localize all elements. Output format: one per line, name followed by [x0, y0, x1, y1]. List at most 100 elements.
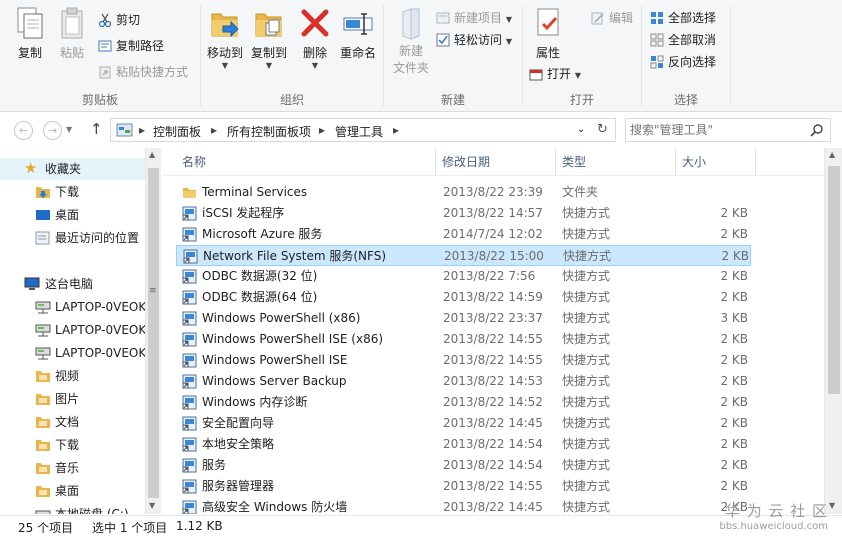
- copy-button[interactable]: 复制: [10, 6, 50, 61]
- file-row[interactable]: Windows Server Backup 2013/8/22 14:53 快捷方式…: [176, 371, 751, 392]
- cut-label: 剪切: [116, 13, 141, 27]
- nav-scroll-thumb[interactable]: [148, 168, 159, 498]
- properties-icon: [537, 8, 559, 36]
- nav-item-label: 下载: [55, 185, 80, 199]
- file-row[interactable]: 高级安全 Windows 防火墙 2013/8/22 14:45 快捷方式 2 KB: [176, 497, 751, 514]
- rename-button[interactable]: 重命名: [335, 6, 381, 61]
- file-list-scroll-thumb[interactable]: [828, 166, 840, 394]
- search-box[interactable]: [625, 118, 831, 142]
- file-row[interactable]: Windows 内存诊断 2013/8/22 14:52 快捷方式 2 KB: [176, 392, 751, 413]
- nav-item-label: 音乐: [55, 461, 80, 475]
- network-drive-icon: [35, 347, 51, 360]
- back-button[interactable]: ←: [14, 121, 33, 140]
- nav-favorites[interactable]: ★ 收藏夹: [0, 158, 145, 180]
- address-history-dropdown[interactable]: ⌄: [577, 124, 585, 135]
- paste-shortcut-button[interactable]: 粘贴快捷方式: [98, 62, 188, 82]
- selection-count: 选中 1 个项目: [92, 521, 168, 535]
- file-row[interactable]: ODBC 数据源(64 位) 2013/8/22 14:59 快捷方式 2 KB: [176, 287, 751, 308]
- file-row[interactable]: 服务 2013/8/22 14:54 快捷方式 2 KB: [176, 455, 751, 476]
- breadcrumb-separator: ▸: [319, 123, 326, 137]
- downloads-folder-icon: [36, 440, 50, 451]
- file-row[interactable]: Windows PowerShell (x86) 2013/8/22 23:37 快…: [176, 308, 751, 329]
- new-item-icon: [436, 12, 450, 24]
- open-group-label: 打开: [569, 93, 594, 107]
- file-row[interactable]: Microsoft Azure 服务 2014/7/24 12:02 快捷方式 2 K…: [176, 224, 751, 245]
- select-all-button[interactable]: 全部选择: [650, 8, 716, 28]
- invert-selection-button[interactable]: 反向选择: [650, 52, 716, 72]
- recent-locations-dropdown[interactable]: ▼: [66, 125, 72, 134]
- edit-button[interactable]: 编辑: [591, 8, 633, 28]
- search-input[interactable]: [630, 121, 806, 139]
- address-bar[interactable]: ▸ 控制面板 ▸ 所有控制面板项 ▸ 管理工具 ▸ ⌄ ↻: [110, 118, 616, 142]
- file-date: 2013/8/22 14:45: [443, 500, 543, 514]
- file-type: 快捷方式: [562, 311, 611, 325]
- open-button[interactable]: 打开 ▼: [529, 64, 581, 84]
- copy-path-icon: [98, 40, 112, 52]
- file-row[interactable]: Terminal Services 2013/8/22 23:39 文件夹: [176, 182, 751, 203]
- file-row[interactable]: Windows PowerShell ISE 2013/8/22 14:55 快捷方…: [176, 350, 751, 371]
- file-date: 2013/8/22 14:59: [443, 290, 543, 304]
- column-type[interactable]: 类型: [556, 148, 676, 176]
- paste-button[interactable]: 粘贴: [52, 6, 92, 61]
- file-row[interactable]: iSCSI 发起程序 2013/8/22 14:57 快捷方式 2 KB: [176, 203, 751, 224]
- file-name: Microsoft Azure 服务: [202, 227, 323, 241]
- easy-access-button[interactable]: 轻松访问 ▼: [436, 30, 512, 50]
- up-button[interactable]: ↑: [90, 120, 103, 138]
- scroll-up-icon[interactable]: ▲: [149, 150, 155, 159]
- cut-button[interactable]: 剪切: [98, 10, 140, 30]
- properties-button[interactable]: 属性: [525, 6, 571, 61]
- paste-shortcut-icon: [99, 66, 111, 79]
- breadcrumb-all-items[interactable]: 所有控制面板项: [227, 123, 311, 140]
- select-none-button[interactable]: 全部取消: [650, 30, 716, 50]
- search-icon[interactable]: [810, 123, 824, 137]
- chevron-down-icon: ▼: [505, 37, 512, 46]
- rename-icon: [343, 13, 373, 35]
- file-row[interactable]: ODBC 数据源(32 位) 2013/8/22 7:56 快捷方式 2 KB: [176, 266, 751, 287]
- file-type: 文件夹: [562, 185, 599, 199]
- delete-button[interactable]: 删除 ▼: [295, 6, 335, 70]
- forward-button[interactable]: →: [43, 121, 62, 140]
- file-row[interactable]: 本地安全策略 2013/8/22 14:54 快捷方式 2 KB: [176, 434, 751, 455]
- scroll-down-icon[interactable]: ▼: [149, 501, 155, 510]
- breadcrumb-control-panel[interactable]: 控制面板: [153, 123, 201, 140]
- chevron-down-icon: ⌄: [577, 124, 586, 135]
- copy-to-button[interactable]: 复制到 ▼: [247, 6, 291, 70]
- file-row[interactable]: 服务器管理器 2013/8/22 14:55 快捷方式 2 KB: [176, 476, 751, 497]
- new-folder-button[interactable]: 新建 文件夹: [388, 6, 434, 76]
- file-type: 快捷方式: [562, 227, 611, 241]
- new-item-label: 新建项目: [454, 11, 503, 25]
- column-date[interactable]: 修改日期: [436, 148, 556, 176]
- chevron-down-icon: ▼: [221, 61, 229, 70]
- select-group-label: 选择: [673, 93, 698, 107]
- file-list-scrollbar[interactable]: ▲ ▼: [824, 148, 842, 514]
- file-type: 快捷方式: [562, 500, 611, 514]
- column-size[interactable]: 大小: [676, 148, 756, 176]
- file-size: 2 KB: [720, 374, 748, 388]
- new-group: 新建 文件夹 新建项目 ▼ 轻松访问 ▼ 新建: [384, 0, 522, 112]
- copy-to-icon: [255, 13, 282, 37]
- file-date: 2013/8/22 23:37: [443, 311, 543, 325]
- star-icon: ★: [24, 159, 38, 177]
- nav-scrollbar[interactable]: ▲ ≡ ▼: [145, 148, 161, 514]
- file-date: 2013/8/22 7:56: [443, 269, 536, 283]
- file-name: Terminal Services: [202, 185, 308, 199]
- refresh-button[interactable]: ↻: [597, 122, 608, 137]
- new-item-button[interactable]: 新建项目 ▼: [436, 8, 512, 28]
- file-row[interactable]: Network File System 服务(NFS) 2013/8/22 15:…: [176, 245, 751, 266]
- breadcrumb-admin-tools[interactable]: 管理工具: [335, 123, 383, 140]
- watermark-url: bbs.huaweicloud.com: [719, 521, 828, 532]
- file-size: 2 KB: [720, 479, 748, 493]
- file-date: 2013/8/22 14:54: [443, 437, 543, 451]
- move-to-label: 移动到: [206, 46, 243, 60]
- scroll-down-icon[interactable]: ▼: [829, 501, 835, 510]
- file-row[interactable]: Windows PowerShell ISE (x86) 2013/8/22 14…: [176, 329, 751, 350]
- move-to-button[interactable]: 移动到 ▼: [203, 6, 247, 70]
- file-type: 快捷方式: [562, 206, 611, 220]
- scroll-up-icon[interactable]: ▲: [829, 150, 835, 159]
- copy-path-button[interactable]: 复制路径: [98, 36, 164, 56]
- pictures-folder-icon: [36, 394, 50, 405]
- column-name[interactable]: 名称: [176, 148, 436, 176]
- file-row[interactable]: 安全配置向导 2013/8/22 14:45 快捷方式 2 KB: [176, 413, 751, 434]
- shortcut-icon: [182, 353, 197, 368]
- file-date: 2013/8/22 14:45: [443, 416, 543, 430]
